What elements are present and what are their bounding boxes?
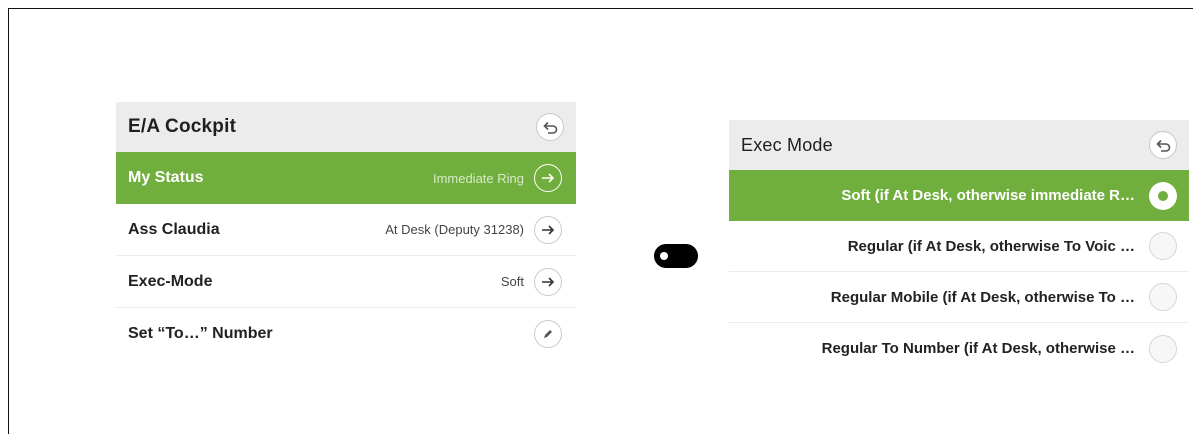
row-value: At Desk (Deputy 31238) (385, 222, 524, 237)
back-arrow-icon (543, 121, 558, 134)
row-label: Set “To…” Number (128, 325, 273, 342)
toggle-switch[interactable] (654, 244, 698, 268)
option-regular[interactable]: Regular (if At Desk, otherwise To Voic … (729, 221, 1189, 272)
option-soft[interactable]: Soft (if At Desk, otherwise immediate R… (729, 170, 1189, 221)
radio-unselected[interactable] (1149, 232, 1177, 260)
row-ass-claudia[interactable]: Ass Claudia At Desk (Deputy 31238) (116, 204, 576, 256)
row-set-to-number[interactable]: Set “To…” Number (116, 308, 576, 360)
forward-button[interactable] (534, 267, 562, 296)
row-label: My Status (128, 169, 204, 186)
toggle-knob (660, 252, 668, 260)
radio-unselected[interactable] (1149, 334, 1177, 363)
exec-mode-header: Exec Mode (729, 120, 1189, 170)
radio-selected[interactable] (1149, 181, 1177, 210)
option-label: Regular To Number (if At Desk, otherwise… (821, 340, 1135, 357)
radio-unselected[interactable] (1149, 283, 1177, 311)
back-button[interactable] (1149, 131, 1177, 159)
option-regular-to-number[interactable]: Regular To Number (if At Desk, otherwise… (729, 323, 1189, 374)
row-my-status[interactable]: My Status Immediate Ring (116, 152, 576, 204)
option-regular-mobile[interactable]: Regular Mobile (if At Desk, otherwise To… (729, 272, 1189, 323)
option-label: Regular Mobile (if At Desk, otherwise To… (830, 288, 1135, 306)
ea-cockpit-panel: E/A Cockpit My Status Immediate Ring Ass… (116, 102, 576, 372)
arrow-right-icon (542, 276, 555, 287)
option-label: Soft (if At Desk, otherwise immediate R… (841, 187, 1135, 204)
page-title: E/A Cockpit (128, 116, 237, 137)
pencil-icon (544, 330, 552, 338)
arrow-right-icon (542, 173, 555, 183)
option-label: Regular (if At Desk, otherwise To Voic … (847, 237, 1135, 255)
edit-button[interactable] (534, 320, 562, 348)
exec-mode-panel: Exec Mode Soft (if At Desk, otherwise im… (729, 120, 1189, 390)
back-button[interactable] (536, 113, 564, 141)
page-title: Exec Mode (741, 134, 833, 155)
row-value: Immediate Ring (432, 170, 524, 186)
row-exec-mode[interactable]: Exec-Mode Soft (116, 256, 576, 308)
ea-cockpit-header: E/A Cockpit (116, 102, 576, 152)
row-value: Soft (500, 274, 524, 289)
row-label: Exec-Mode (128, 272, 213, 290)
back-arrow-icon (1156, 139, 1171, 152)
forward-button[interactable] (534, 215, 562, 244)
arrow-right-icon (542, 224, 555, 235)
forward-button[interactable] (534, 164, 562, 192)
row-label: Ass Claudia (128, 220, 220, 238)
